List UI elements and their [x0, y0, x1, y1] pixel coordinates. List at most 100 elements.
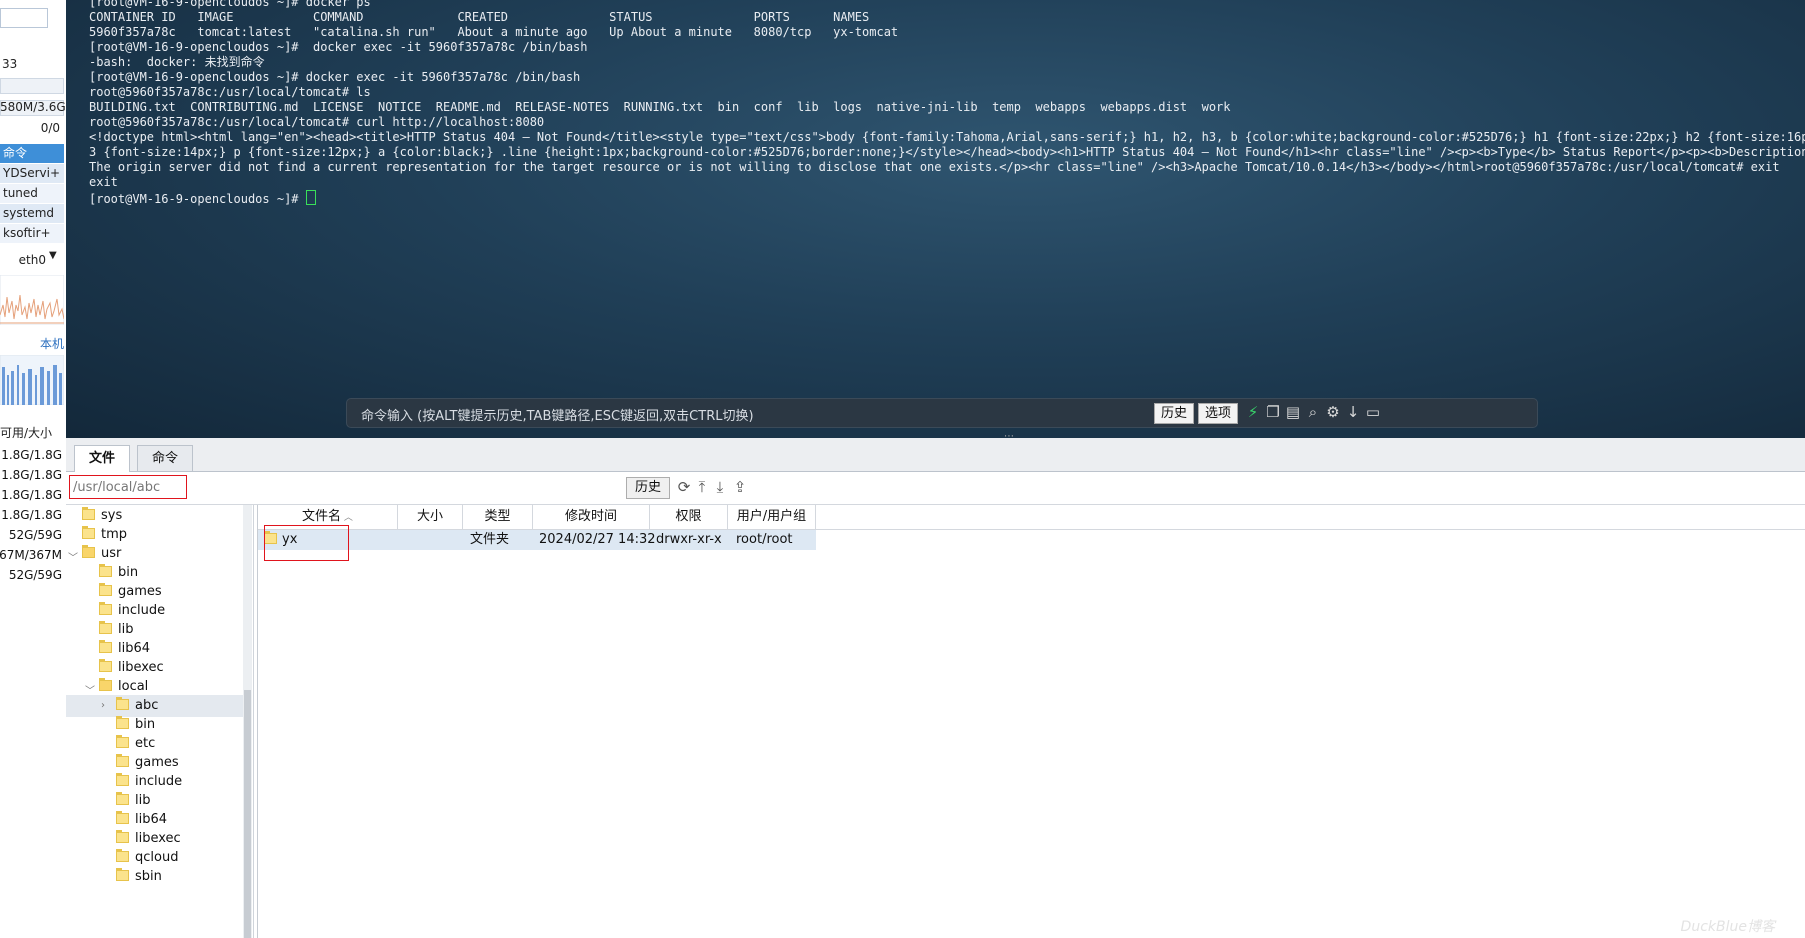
- folder-icon: [116, 697, 129, 710]
- folder-icon: [116, 735, 129, 748]
- folder-icon: [99, 564, 112, 577]
- column-header-type[interactable]: 类型: [463, 505, 533, 529]
- lightning-icon[interactable]: ⚡: [1244, 403, 1262, 421]
- column-header-name[interactable]: 文件名 ︿: [258, 505, 398, 529]
- terminal-panel[interactable]: [root@VM-16-9-opencloudos ~]# docker ps …: [66, 0, 1805, 438]
- command-input-hint[interactable]: 命令输入 (按ALT键提示历史,TAB键路径,ESC键返回,双击CTRL切换): [361, 405, 754, 424]
- tab-commands[interactable]: 命令: [137, 445, 194, 471]
- folder-icon: [116, 830, 129, 843]
- disk-header: 可用/大小: [0, 426, 53, 440]
- file-name: yx: [282, 532, 298, 547]
- path-history-button[interactable]: 历史: [626, 477, 671, 499]
- options-button[interactable]: 选项: [1198, 403, 1239, 424]
- network-graph: [0, 275, 64, 325]
- cpu-bar: [0, 78, 64, 94]
- paste-icon[interactable]: ▤: [1284, 403, 1302, 421]
- column-header-permissions[interactable]: 权限: [650, 505, 728, 529]
- path-bar: [66, 472, 1805, 505]
- disk-row: 52G/59G: [8, 568, 62, 582]
- terminal-line: -bash: docker: 未找到命令: [89, 55, 265, 69]
- column-header-owner[interactable]: 用户/用户组: [728, 505, 816, 529]
- system-monitor-sidebar: 33 580M/3.6G 0/0 命令 YDServi+ tuned syste…: [0, 0, 67, 938]
- terminal-line: <!doctype html><html lang="en"><head><ti…: [89, 130, 1805, 144]
- gear-icon[interactable]: ⚙: [1324, 403, 1342, 421]
- folder-icon: [116, 792, 129, 805]
- chevron-down-icon[interactable]: ▼: [49, 250, 57, 261]
- column-header-modified[interactable]: 修改时间: [533, 505, 650, 529]
- arrow-down-icon[interactable]: ↓: [1344, 403, 1362, 421]
- terminal-line: [root@VM-16-9-opencloudos ~]#: [89, 192, 306, 206]
- disk-row: 1.8G/1.8G: [1, 448, 62, 462]
- terminal-line: root@5960f357a78c:/usr/local/tomcat# cur…: [89, 115, 545, 129]
- terminal-line: exit: [89, 175, 118, 189]
- tab-files[interactable]: 文件: [74, 445, 131, 472]
- terminal-line: 3 {font-size:14px;} p {font-size:12px;} …: [89, 145, 1805, 159]
- download-icon[interactable]: ⤓: [711, 478, 729, 496]
- file-type: 文件夹: [470, 532, 510, 547]
- watermark: DuckBlue博客: [1680, 919, 1775, 935]
- parent-dir-icon[interactable]: ⤒: [693, 478, 711, 496]
- search-icon[interactable]: ⌕: [1304, 403, 1322, 421]
- terminal-line: BUILDING.txt CONTRIBUTING.md LICENSE NOT…: [89, 100, 1231, 114]
- tree-scrollbar-thumb[interactable]: [244, 690, 251, 938]
- file-list[interactable]: 文件名 ︿ 大小 类型 修改时间 权限 用户/用户组 yx 文件夹 2024/0…: [257, 505, 1805, 938]
- history-button[interactable]: 历史: [1154, 403, 1195, 424]
- net-interface-select[interactable]: eth0: [19, 253, 46, 267]
- local-label: 本机: [39, 337, 64, 351]
- latency-graph: [0, 355, 64, 405]
- terminal-line: root@5960f357a78c:/usr/local/tomcat# ls: [89, 85, 371, 99]
- folder-icon: [99, 583, 112, 596]
- folder-icon: [116, 716, 129, 729]
- terminal-line: [root@VM-16-9-opencloudos ~]# docker ps: [89, 0, 371, 9]
- file-modified: 2024/02/27 14:32: [539, 532, 656, 547]
- folder-icon: [116, 868, 129, 881]
- terminal-output[interactable]: [root@VM-16-9-opencloudos ~]# docker ps …: [89, 0, 1805, 207]
- disk-row: 1.8G/1.8G: [1, 508, 62, 522]
- directory-tree[interactable]: sys tmp ﹀ usr bin games include lib lib6…: [66, 505, 243, 938]
- tree-list-splitter[interactable]: [253, 505, 254, 938]
- folder-icon: [99, 640, 112, 653]
- sidebar-top-box: [0, 8, 48, 28]
- folder-icon: [116, 773, 129, 786]
- folder-icon: [99, 602, 112, 615]
- disk-row: 1.8G/1.8G: [1, 488, 62, 502]
- process-item[interactable]: systemd: [0, 204, 64, 223]
- refresh-icon[interactable]: ⟳: [675, 478, 693, 496]
- process-item[interactable]: ksoftir+: [0, 224, 64, 243]
- file-row[interactable]: yx 文件夹 2024/02/27 14:32 drwxr-xr-x root/…: [258, 530, 816, 550]
- terminal-line: [root@VM-16-9-opencloudos ~]# docker exe…: [89, 40, 588, 54]
- process-header[interactable]: 命令: [0, 144, 64, 163]
- terminal-cursor: [305, 190, 316, 205]
- file-list-header: 文件名 ︿ 大小 类型 修改时间 权限 用户/用户组: [258, 505, 1805, 530]
- copy-icon[interactable]: ❐: [1264, 403, 1282, 421]
- file-permissions: drwxr-xr-x: [656, 532, 722, 547]
- swap-usage: 0/0: [40, 121, 60, 135]
- terminal-line: [root@VM-16-9-opencloudos ~]# docker exe…: [89, 70, 581, 84]
- process-item[interactable]: tuned: [0, 184, 64, 203]
- file-owner: root/root: [736, 532, 793, 547]
- path-input[interactable]: [69, 477, 637, 497]
- column-header-size[interactable]: 大小: [398, 505, 463, 529]
- folder-icon: [116, 754, 129, 767]
- file-manager-panel: 文件 命令 历史 ⟳ ⤒ ⤓ ⇪ sys tmp ﹀ usr bin games…: [66, 438, 1805, 938]
- chevron-down-icon[interactable]: ﹀: [68, 549, 78, 564]
- folder-icon: [82, 545, 95, 558]
- folder-icon: [116, 849, 129, 862]
- process-item[interactable]: YDServi+: [0, 164, 64, 183]
- upload-icon[interactable]: ⇪: [731, 478, 749, 496]
- folder-icon: [116, 811, 129, 824]
- command-input-bar[interactable]: 命令输入 (按ALT键提示历史,TAB键路径,ESC键返回,双击CTRL切换) …: [346, 398, 1538, 428]
- folder-icon: [99, 659, 112, 672]
- disk-row: 52G/59G: [8, 528, 62, 542]
- maximize-icon[interactable]: ▭: [1364, 403, 1382, 421]
- memory-usage: 580M/3.6G: [0, 100, 66, 114]
- terminal-line: 5960f357a78c tomcat:latest "catalina.sh …: [89, 25, 899, 39]
- tree-item[interactable]: sbin: [116, 866, 162, 888]
- folder-icon: [82, 507, 95, 520]
- folder-icon: [264, 531, 277, 544]
- file-panel-tabs: 文件 命令: [66, 438, 1805, 472]
- chevron-right-icon[interactable]: ›: [101, 695, 105, 717]
- terminal-line: CONTAINER ID IMAGE COMMAND CREATED STATU…: [89, 10, 870, 24]
- folder-icon: [99, 621, 112, 634]
- disk-row: 367M/367M: [0, 548, 62, 562]
